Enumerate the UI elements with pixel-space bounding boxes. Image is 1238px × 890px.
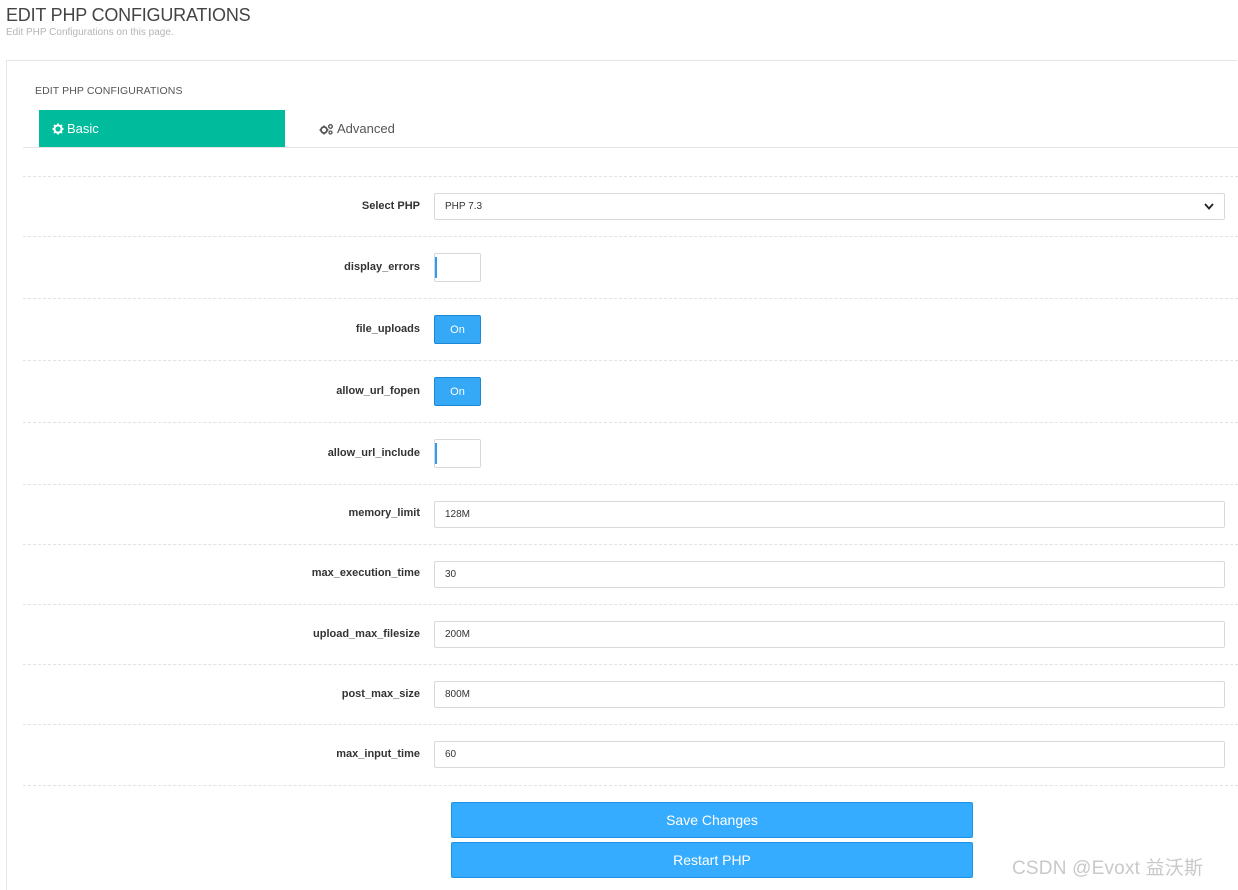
- row-file-uploads: file_uploads On: [23, 298, 1238, 360]
- memory-limit-input[interactable]: 128M: [434, 501, 1225, 528]
- row-allow-url-fopen: allow_url_fopen On: [23, 360, 1238, 422]
- restart-php-button[interactable]: Restart PHP: [451, 842, 973, 878]
- memory-limit-label: memory_limit: [348, 507, 420, 519]
- upload-max-filesize-input[interactable]: 200M: [434, 621, 1225, 648]
- row-max-execution-time: max_execution_time 30: [23, 544, 1238, 604]
- file-uploads-label: file_uploads: [355, 323, 420, 335]
- tab-basic-label: Basic: [67, 121, 99, 136]
- allow-url-fopen-label: allow_url_fopen: [336, 385, 420, 397]
- max-input-time-input[interactable]: 60: [434, 741, 1225, 768]
- max-execution-time-input[interactable]: 30: [434, 561, 1225, 588]
- file-uploads-toggle[interactable]: On: [434, 315, 481, 344]
- display-errors-label: display_errors: [344, 261, 420, 273]
- row-select-php: Select PHP PHP 7.3: [23, 176, 1238, 236]
- allow-url-fopen-toggle[interactable]: On: [434, 377, 481, 406]
- select-php-label: Select PHP: [361, 200, 420, 212]
- watermark: CSDN @Evoxt 益沃斯: [1012, 858, 1204, 879]
- row-upload-max-filesize: upload_max_filesize 200M: [23, 604, 1238, 664]
- row-memory-limit: memory_limit 128M: [23, 484, 1238, 544]
- gears-icon: [319, 123, 333, 135]
- row-post-max-size: post_max_size 800M: [23, 664, 1238, 724]
- tab-advanced-label: Advanced: [337, 121, 395, 136]
- page-subtitle: Edit PHP Configurations on this page.: [6, 27, 174, 38]
- chevron-down-icon: [1204, 203, 1214, 210]
- max-input-time-label: max_input_time: [336, 748, 420, 760]
- file-uploads-state: On: [450, 323, 465, 336]
- php-version-value: PHP 7.3: [445, 201, 483, 212]
- display-errors-toggle[interactable]: [434, 253, 481, 282]
- page-title: EDIT PHP CONFIGURATIONS: [6, 5, 251, 25]
- php-settings-form: Select PHP PHP 7.3 display_errors file_u…: [23, 176, 1238, 885]
- tab-advanced[interactable]: Advanced: [317, 110, 395, 147]
- tab-bar: Basic Advanced: [23, 110, 1238, 148]
- post-max-size-input[interactable]: 800M: [434, 681, 1225, 708]
- upload-max-filesize-label: upload_max_filesize: [313, 628, 420, 640]
- gear-icon: [52, 123, 64, 134]
- allow-url-include-toggle[interactable]: [434, 439, 481, 468]
- card-title: EDIT PHP CONFIGURATIONS: [35, 85, 183, 97]
- row-max-input-time: max_input_time 60: [23, 724, 1238, 785]
- tab-basic[interactable]: Basic: [39, 110, 285, 147]
- allow-url-include-label: allow_url_include: [327, 447, 420, 459]
- row-allow-url-include: allow_url_include: [23, 422, 1238, 484]
- save-changes-button[interactable]: Save Changes: [451, 802, 973, 838]
- post-max-size-label: post_max_size: [341, 688, 420, 700]
- max-execution-time-label: max_execution_time: [311, 567, 420, 579]
- allow-url-fopen-state: On: [450, 385, 465, 398]
- php-config-card: EDIT PHP CONFIGURATIONS Basic Advanced S…: [6, 60, 1238, 890]
- row-display-errors: display_errors: [23, 236, 1238, 298]
- php-version-select[interactable]: PHP 7.3: [434, 193, 1225, 220]
